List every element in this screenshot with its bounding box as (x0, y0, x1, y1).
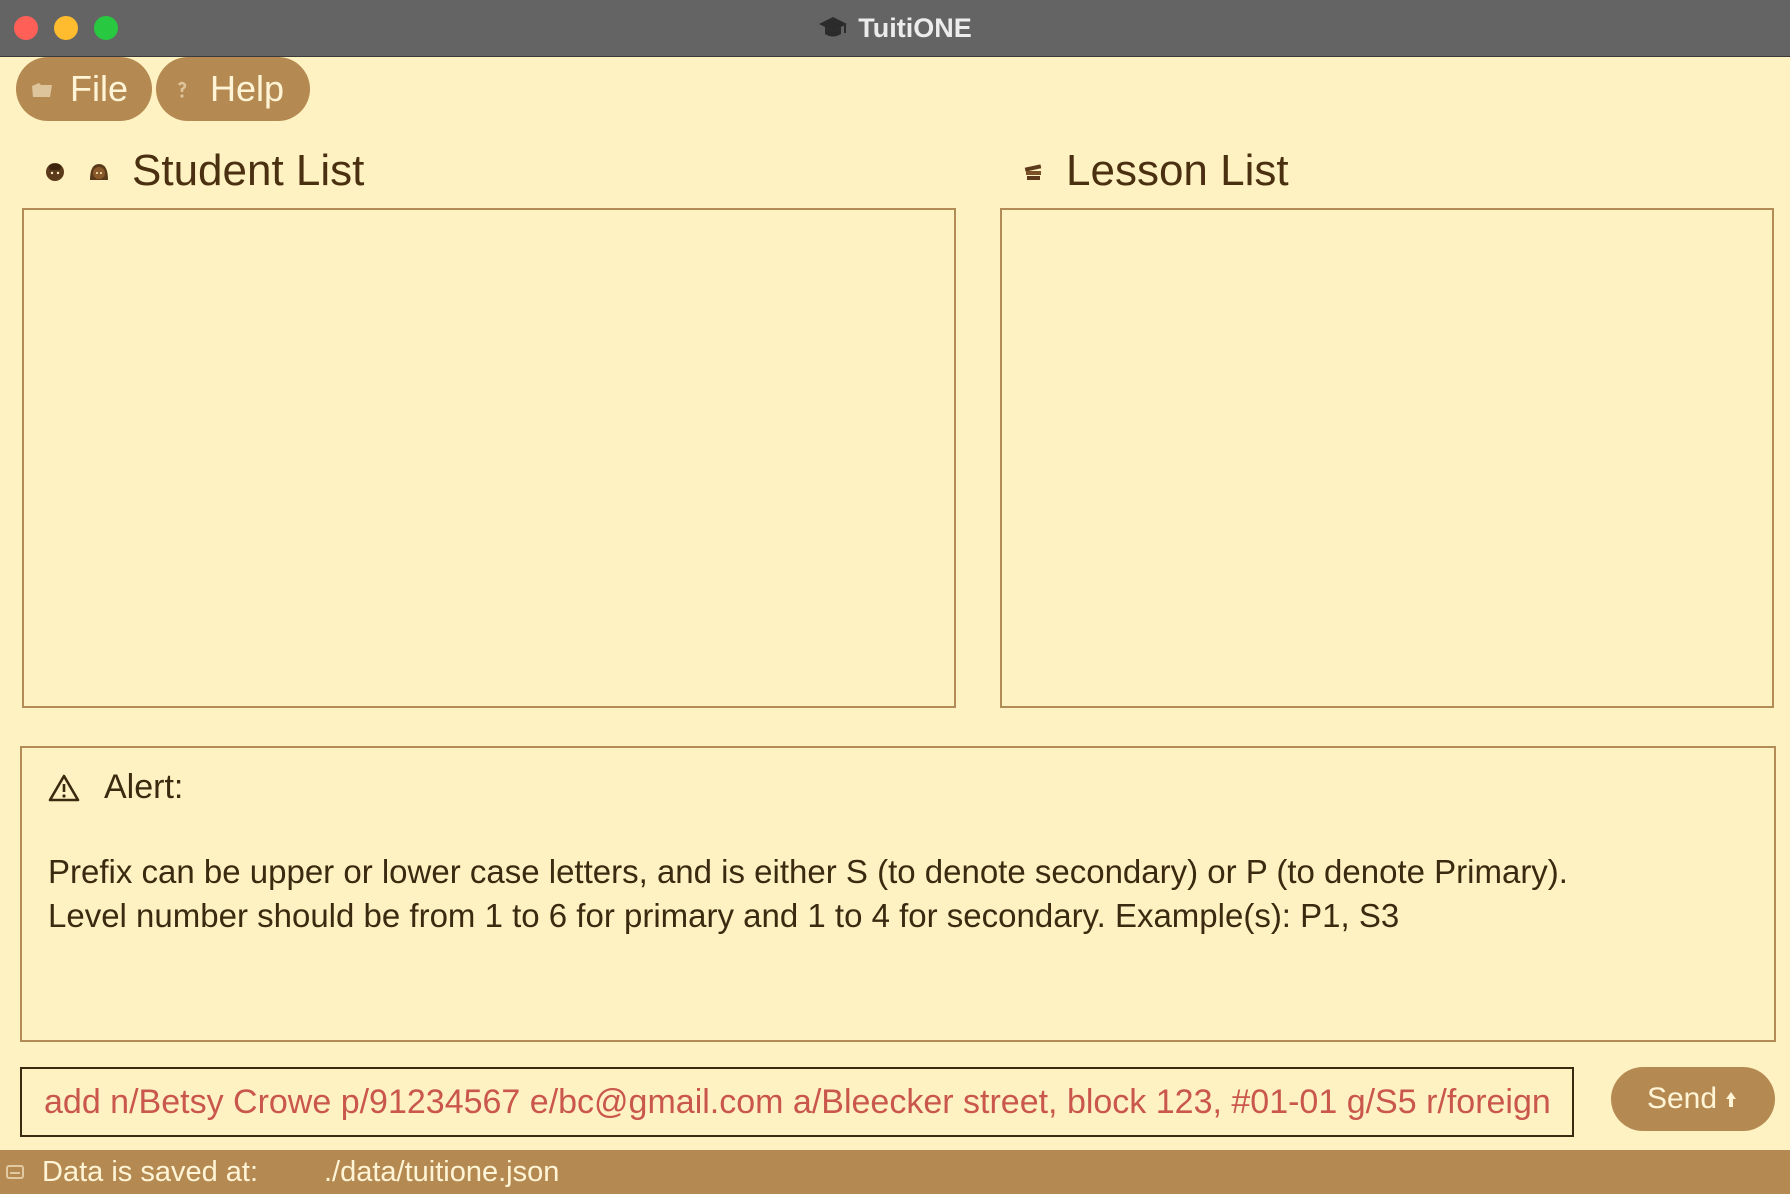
books-icon (1024, 164, 1042, 180)
question-icon (178, 81, 187, 98)
app-window: TuitiONE File Help Student List Lesson L… (0, 0, 1790, 1194)
save-disk-icon (6, 1165, 24, 1179)
status-bar: Data is saved at: ./data/tuitione.json (0, 1150, 1790, 1194)
window-title-area: TuitiONE (0, 0, 1790, 56)
alert-message-line: Level number should be from 1 to 6 for p… (48, 897, 1400, 934)
alert-box: Alert: Prefix can be upper or lower case… (20, 746, 1776, 1042)
file-menu-button[interactable]: File (16, 57, 152, 121)
send-button[interactable]: Send (1611, 1067, 1775, 1131)
folder-icon (32, 83, 52, 97)
status-label: Data is saved at: (42, 1155, 258, 1188)
girl-student-icon (90, 164, 108, 180)
warning-icon (48, 774, 80, 801)
graduation-cap-icon (819, 17, 848, 37)
help-menu-label: Help (210, 68, 285, 109)
lesson-list-header: Lesson List (1022, 146, 1289, 196)
alert-message-line: Prefix can be upper or lower case letter… (48, 853, 1568, 890)
alert-title: Alert: (104, 768, 184, 806)
window-title: TuitiONE (858, 12, 972, 43)
send-label: Send (1646, 1082, 1718, 1115)
help-menu-button[interactable]: Help (156, 57, 310, 121)
lesson-list-title: Lesson List (1066, 146, 1289, 195)
alert-header: Alert: (48, 768, 183, 807)
boy-student-icon (46, 163, 64, 181)
arrow-up-icon (1726, 1092, 1737, 1107)
title-bar[interactable]: TuitiONE (0, 0, 1790, 57)
student-list-title: Student List (132, 146, 365, 195)
menu-bar: File Help (16, 57, 310, 122)
student-list-panel[interactable] (22, 208, 956, 708)
student-list-header: Student List (44, 146, 364, 196)
alert-message: Prefix can be upper or lower case letter… (48, 850, 1754, 938)
lesson-list-panel[interactable] (1000, 208, 1774, 708)
command-input[interactable] (20, 1067, 1574, 1137)
save-path: ./data/tuitione.json (324, 1155, 560, 1188)
file-menu-label: File (70, 68, 129, 109)
